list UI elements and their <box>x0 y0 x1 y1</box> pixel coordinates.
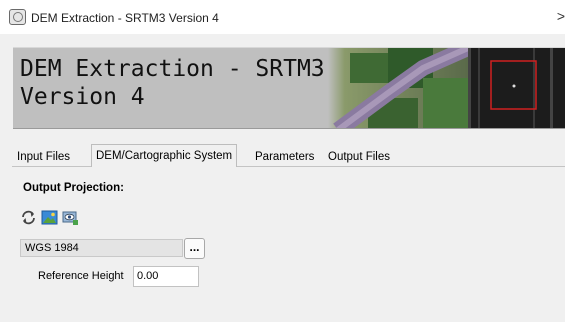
projection-field[interactable]: WGS 1984 <box>20 239 183 257</box>
reference-height-input[interactable]: 0.00 <box>133 266 199 287</box>
output-projection-label: Output Projection: <box>23 182 124 194</box>
tab-parameters[interactable]: Parameters <box>250 146 319 166</box>
close-icon[interactable]: > <box>557 8 565 24</box>
tab-input-files[interactable]: Input Files <box>12 146 75 166</box>
refresh-icon[interactable] <box>20 209 37 226</box>
window-title: DEM Extraction - SRTM3 Version 4 <box>31 11 219 25</box>
image-icon[interactable] <box>41 209 58 226</box>
view-icon[interactable] <box>62 209 79 226</box>
satellite-image-banner <box>328 48 565 128</box>
header-banner: DEM Extraction - SRTM3 Version 4 <box>13 47 565 129</box>
tab-dem-cartographic-system[interactable]: DEM/Cartographic System <box>91 144 238 167</box>
banner-title: DEM Extraction - SRTM3 Version 4 <box>20 56 325 110</box>
window-titlebar: DEM Extraction - SRTM3 Version 4 > <box>0 0 565 34</box>
browse-projection-button[interactable]: ... <box>184 238 205 259</box>
tab-output-files[interactable]: Output Files <box>323 146 395 166</box>
app-icon <box>9 9 26 25</box>
reference-height-label: Reference Height <box>38 270 124 282</box>
